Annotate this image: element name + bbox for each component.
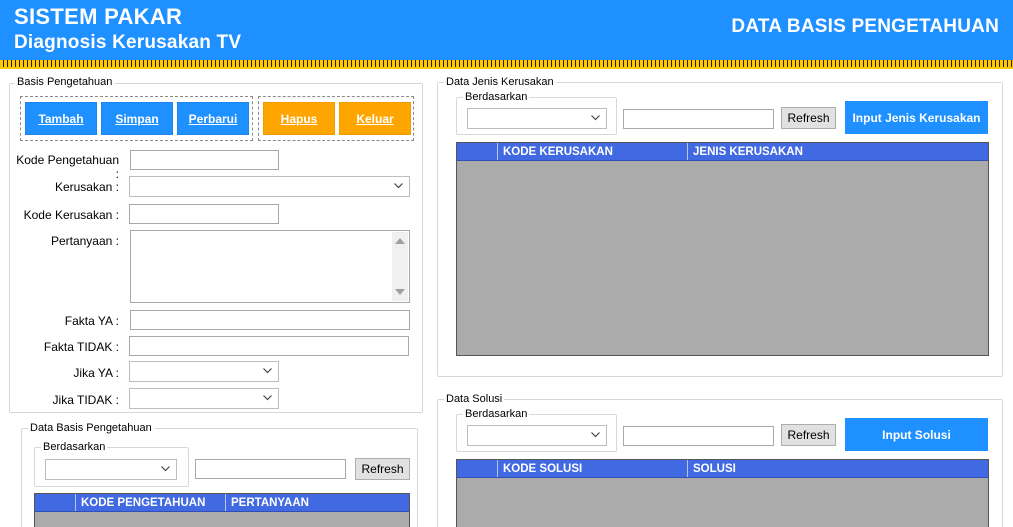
keluar-button[interactable]: Keluar [339, 102, 411, 135]
chevron-down-icon [263, 368, 272, 374]
hapus-button[interactable]: Hapus [263, 102, 335, 135]
data-jenis-grid[interactable]: KODE KERUSAKAN JENIS KERUSAKAN [456, 142, 989, 356]
data-solusi-grid-header: KODE SOLUSI SOLUSI [457, 460, 988, 478]
data-solusi-refresh-button[interactable]: Refresh [781, 424, 836, 446]
chevron-down-icon [591, 115, 600, 121]
data-jenis-legend: Data Jenis Kerusakan [444, 76, 556, 88]
data-basis-refresh-button[interactable]: Refresh [355, 458, 410, 480]
data-basis-legend: Data Basis Pengetahuan [28, 422, 154, 434]
scroll-up-icon[interactable] [395, 237, 405, 244]
fakta-ya-field[interactable] [130, 310, 410, 330]
data-solusi-search-input[interactable] [623, 426, 774, 446]
row-header-cell [457, 460, 498, 477]
pertanyaan-textarea[interactable] [130, 230, 410, 303]
row-header-cell [35, 494, 76, 511]
data-basis-search-input[interactable] [195, 459, 346, 479]
chevron-down-icon [263, 395, 272, 401]
jika-ya-label: Jika YA : [73, 366, 119, 380]
perbarui-button[interactable]: Perbarui [177, 102, 249, 135]
fakta-tidak-field[interactable] [129, 336, 409, 356]
data-basis-filter-combo[interactable] [45, 459, 177, 480]
app-title: SISTEM PAKAR [14, 4, 183, 29]
kerusakan-combo[interactable] [129, 176, 410, 197]
page-title: DATA BASIS PENGETAHUAN [731, 16, 999, 37]
app-subtitle: Diagnosis Kerusakan TV [14, 32, 242, 53]
input-solusi-button[interactable]: Input Solusi [845, 418, 988, 451]
jika-tidak-label: Jika TIDAK : [52, 393, 119, 407]
pertanyaan-label: Pertanyaan : [50, 234, 119, 248]
header-divider [0, 60, 1013, 69]
data-solusi-grid[interactable]: KODE SOLUSI SOLUSI [456, 459, 989, 527]
jika-ya-combo[interactable] [129, 361, 279, 382]
jika-tidak-combo[interactable] [129, 388, 279, 409]
column-header-solusi[interactable]: SOLUSI [688, 460, 988, 477]
data-jenis-grid-header: KODE KERUSAKAN JENIS KERUSAKAN [457, 143, 988, 161]
data-solusi-filter-legend: Berdasarkan [463, 408, 530, 420]
data-solusi-filter-combo[interactable] [467, 425, 607, 446]
column-header-pertanyaan[interactable]: PERTANYAAN [226, 494, 409, 511]
fakta-tidak-label: Fakta TIDAK : [43, 340, 119, 354]
tambah-button[interactable]: Tambah [25, 102, 97, 135]
kode-pengetahuan-field[interactable] [130, 150, 279, 170]
chevron-down-icon [161, 466, 170, 472]
column-header-jenis-kerusakan[interactable]: JENIS KERUSAKAN [688, 143, 988, 160]
data-jenis-search-input[interactable] [623, 109, 774, 129]
data-jenis-refresh-button[interactable]: Refresh [781, 107, 836, 129]
kode-kerusakan-field[interactable] [129, 204, 279, 224]
scroll-down-icon[interactable] [395, 289, 405, 296]
input-jenis-kerusakan-button[interactable]: Input Jenis Kerusakan [845, 101, 988, 134]
column-header-kode-pengetahuan[interactable]: KODE PENGETAHUAN [76, 494, 226, 511]
fakta-ya-label: Fakta YA : [64, 314, 119, 328]
pertanyaan-scrollbar[interactable] [392, 232, 408, 301]
kerusakan-label: Kerusakan : [54, 180, 119, 194]
kode-pengetahuan-label: Kode Pengetahuan : [16, 153, 119, 181]
row-header-cell [457, 143, 498, 160]
data-basis-filter-legend: Berdasarkan [41, 441, 108, 453]
data-solusi-legend: Data Solusi [444, 393, 505, 405]
data-basis-grid-header: KODE PENGETAHUAN PERTANYAAN [35, 494, 409, 512]
simpan-button[interactable]: Simpan [101, 102, 173, 135]
column-header-kode-solusi[interactable]: KODE SOLUSI [498, 460, 688, 477]
basis-pengetahuan-legend: Basis Pengetahuan [15, 76, 115, 88]
column-header-kode-kerusakan[interactable]: KODE KERUSAKAN [498, 143, 688, 160]
kode-kerusakan-label: Kode Kerusakan : [23, 208, 119, 222]
chevron-down-icon [591, 432, 600, 438]
chevron-down-icon [394, 183, 403, 189]
data-jenis-filter-combo[interactable] [467, 108, 607, 129]
data-basis-grid[interactable]: KODE PENGETAHUAN PERTANYAAN [34, 493, 410, 527]
data-jenis-filter-legend: Berdasarkan [463, 91, 530, 103]
